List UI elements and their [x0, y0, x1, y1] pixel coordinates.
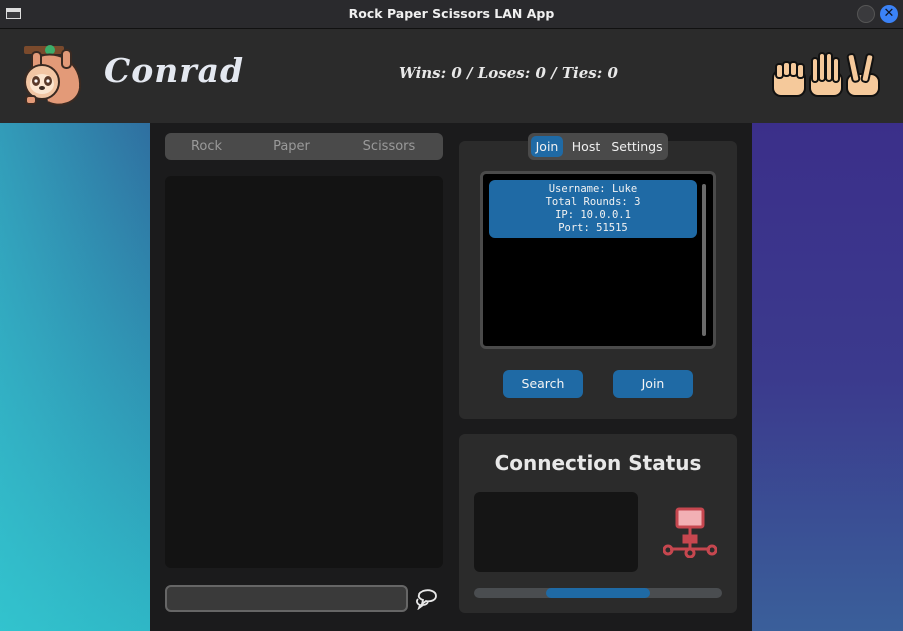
- connection-status-log: [474, 492, 638, 572]
- move-paper-button[interactable]: Paper: [248, 133, 335, 160]
- chat-log-panel: [165, 176, 443, 568]
- server-total-rounds: Total Rounds: 3: [545, 196, 641, 208]
- window-title: Rock Paper Scissors LAN App: [348, 6, 555, 21]
- move-scissors-button[interactable]: Scissors: [335, 133, 443, 160]
- server-list-item[interactable]: Username: Luke Total Rounds: 3 IP: 10.0.…: [489, 180, 697, 238]
- tab-settings[interactable]: Settings: [608, 136, 666, 157]
- tab-join[interactable]: Join: [531, 136, 563, 157]
- chat-send-icon[interactable]: [415, 588, 439, 611]
- sloth-logo-icon: [20, 44, 86, 110]
- close-icon: ✕: [883, 6, 895, 21]
- search-button[interactable]: Search: [503, 370, 583, 398]
- score-text: Wins: 0 / Loses: 0 / Ties: 0: [399, 64, 618, 82]
- window-titlebar: Rock Paper Scissors LAN App ✕: [0, 0, 903, 29]
- connection-progress-bar: [474, 588, 722, 598]
- server-port: Port: 51515: [558, 222, 628, 234]
- server-username: Username: Luke: [548, 183, 638, 195]
- server-ip: IP: 10.0.0.1: [555, 209, 631, 221]
- move-rock-button[interactable]: Rock: [165, 133, 248, 160]
- connection-status-title: Connection Status: [494, 451, 702, 475]
- move-selector: Rock Paper Scissors: [165, 133, 443, 160]
- server-list-scrollbar[interactable]: [702, 184, 706, 336]
- right-gradient-panel: [752, 123, 903, 631]
- minimize-button[interactable]: [857, 5, 875, 23]
- tab-host[interactable]: Host: [566, 136, 606, 157]
- left-gradient-panel: [0, 123, 150, 631]
- connection-progress-fill: [545, 588, 651, 598]
- chat-input[interactable]: [165, 585, 408, 612]
- mode-tabs: Join Host Settings: [528, 133, 668, 160]
- app-name: Conrad: [104, 51, 245, 90]
- network-icon: [662, 506, 718, 559]
- rock-paper-scissors-hands-icon: [770, 50, 882, 102]
- close-button[interactable]: ✕: [880, 5, 898, 23]
- join-button[interactable]: Join: [613, 370, 693, 398]
